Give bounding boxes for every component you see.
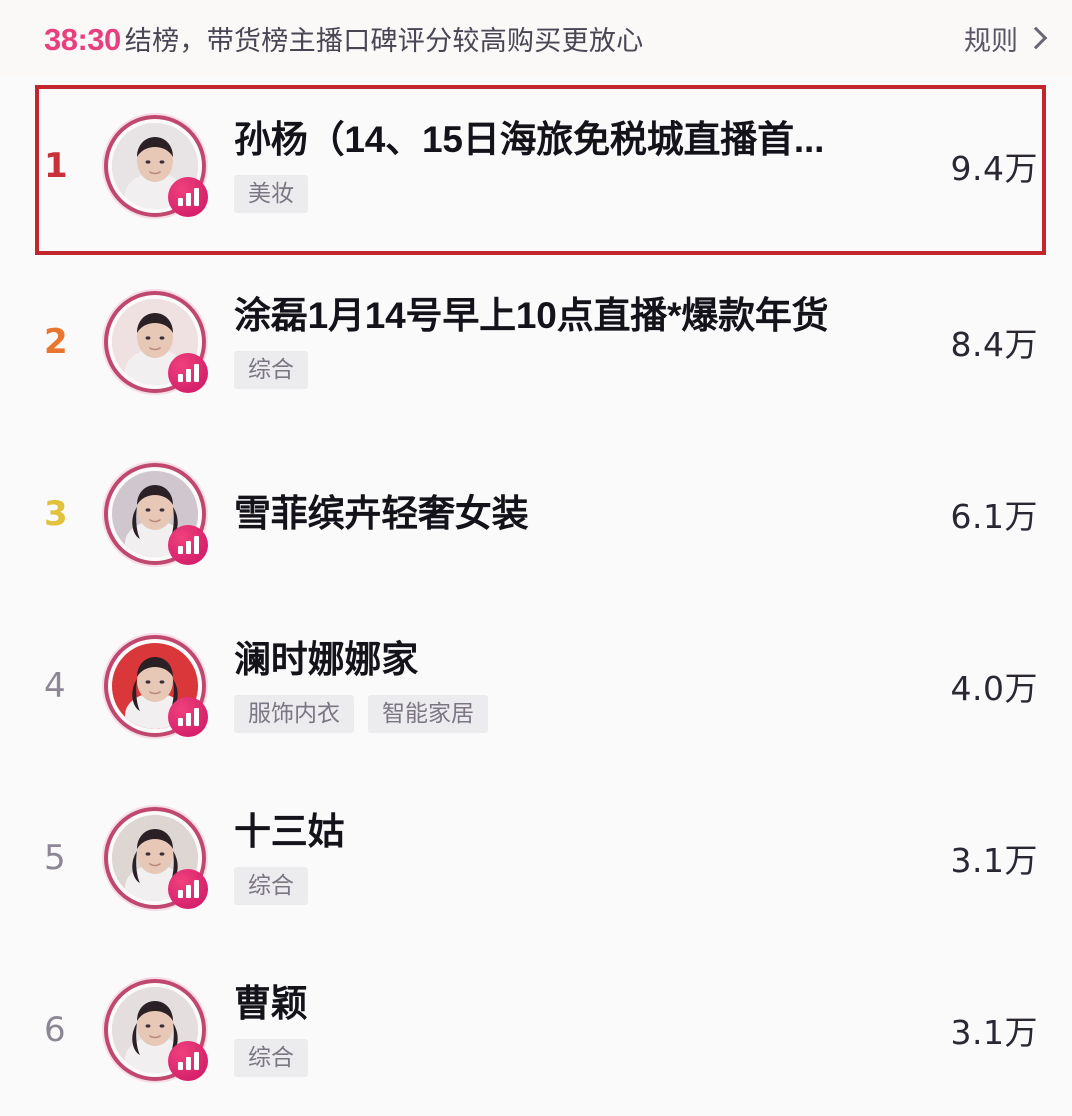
rank-number: 3 [44,494,68,534]
popularity-value: 9.4万 [950,149,1038,188]
live-bars-icon[interactable] [168,697,208,737]
streamer-title[interactable]: 雪菲缤卉轻奢女装 [234,493,888,534]
popularity-value: 6.1万 [950,497,1038,536]
category-tag[interactable]: 服饰内衣 [234,694,354,733]
ranking-row[interactable]: 1 孙杨（14、15日海旅免税城直播首... 美妆 9.4万 [0,76,1072,256]
header-note-text: 结榜，带货榜主播口碑评分较高购买更放心 [124,25,644,56]
ranking-row[interactable]: 6 曹颖 综合 3.1万 [0,944,1072,1116]
ranking-row[interactable]: 2 涂磊1月14号早上10点直播*爆款年货 综合 8.4万 [0,256,1072,428]
rank-number: 1 [44,146,68,186]
ranking-list: 1 孙杨（14、15日海旅免税城直播首... 美妆 9.4万 2 涂磊1月14号… [0,76,1072,1116]
popularity-value: 3.1万 [950,841,1038,880]
popularity-value: 4.0万 [950,669,1038,708]
live-bars-icon[interactable] [168,353,208,393]
category-tag[interactable]: 综合 [234,866,308,905]
rules-link[interactable]: 规则 [964,19,1048,58]
tag-group: 服饰内衣 智能家居 [234,694,888,733]
category-tag[interactable]: 综合 [234,1038,308,1077]
tag-group: 综合 [234,866,888,905]
ranking-row[interactable]: 5 十三姑 综合 3.1万 [0,772,1072,944]
tag-group: 综合 [234,1038,888,1077]
avatar[interactable] [104,463,208,565]
tag-group: 美妆 [234,174,888,213]
live-bars-icon[interactable] [168,869,208,909]
streamer-title[interactable]: 澜时娜娜家 [234,639,888,680]
streamer-title[interactable]: 孙杨（14、15日海旅免税城直播首... [234,119,888,160]
live-bars-icon[interactable] [168,1041,208,1081]
live-bars-icon[interactable] [168,525,208,565]
live-bars-icon[interactable] [168,177,208,217]
avatar[interactable] [104,979,208,1081]
avatar[interactable] [104,291,208,393]
header-announcement: 38:30 结榜，带货榜主播口碑评分较高购买更放心 [44,19,946,58]
ranking-row[interactable]: 3 雪菲缤卉轻奢女装 6.1万 [0,428,1072,600]
rank-number: 5 [44,838,66,878]
rank-number: 6 [44,1010,66,1050]
avatar[interactable] [104,807,208,909]
category-tag[interactable]: 智能家居 [368,694,488,733]
streamer-title[interactable]: 涂磊1月14号早上10点直播*爆款年货 [234,295,888,336]
row-info: 曹颖 综合 [234,983,888,1077]
avatar[interactable] [104,635,208,737]
row-info: 澜时娜娜家 服饰内衣 智能家居 [234,639,888,733]
ranking-row[interactable]: 4 澜时娜娜家 服饰内衣 智能家居 4.0万 [0,600,1072,772]
popularity-value: 8.4万 [950,325,1038,364]
chevron-right-icon [1024,26,1048,50]
rank-number: 4 [44,666,66,706]
row-info: 涂磊1月14号早上10点直播*爆款年货 综合 [234,295,888,389]
popularity-value: 3.1万 [950,1013,1038,1052]
category-tag[interactable]: 美妆 [234,174,308,213]
row-info: 雪菲缤卉轻奢女装 [234,493,888,534]
streamer-title[interactable]: 曹颖 [234,983,888,1024]
countdown-timer: 38:30 [44,21,121,57]
page-header: 38:30 结榜，带货榜主播口碑评分较高购买更放心 规则 [0,0,1072,76]
row-info: 十三姑 综合 [234,811,888,905]
avatar[interactable] [104,115,208,217]
streamer-title[interactable]: 十三姑 [234,811,888,852]
rank-number: 2 [44,322,68,362]
category-tag[interactable]: 综合 [234,350,308,389]
tag-group: 综合 [234,350,888,389]
rules-label: 规则 [964,25,1018,56]
row-info: 孙杨（14、15日海旅免税城直播首... 美妆 [234,119,888,213]
